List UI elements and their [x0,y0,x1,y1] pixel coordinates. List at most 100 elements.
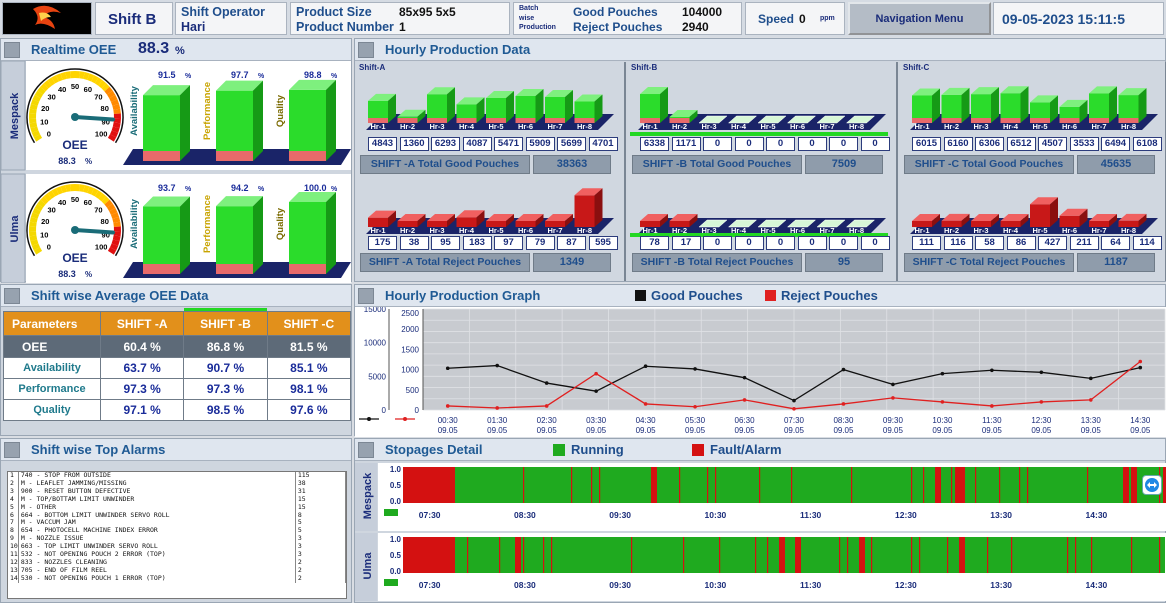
alarm-count: 3 [295,534,347,544]
metric-bar-front [289,202,326,274]
oee-shift-b: 86.8 % [183,335,268,358]
navigation-menu-button[interactable]: Navigation Menu [848,2,991,35]
right-axis-tick: 0 [415,406,420,415]
metric-bar-loss [289,151,326,161]
metric-bar-loss [216,151,253,161]
fault-segment [523,467,525,503]
hour-label: Hr-2 [400,226,415,235]
shift-name: Shift-B [631,63,658,72]
legend-good-label: Good Pouches [651,288,743,303]
good-count-cell: 0 [797,137,827,151]
availability-shift-a: 63.7 % [99,357,185,379]
hour-label: Hr-6 [518,122,533,131]
good-count-cell: 4701 [588,137,618,151]
metric-bar-loss [143,151,180,161]
left-axis-tick: 10000 [364,339,387,348]
hour-label: Hr-3 [429,122,444,131]
shift-name: Shift-C [903,63,930,72]
alarm-index: 14 [8,573,19,583]
reject-total-value: 95 [805,253,883,272]
hour-label: Hr-1 [914,226,929,235]
running-band [403,467,1165,503]
fault-segment [1131,467,1137,503]
fault-segment [795,537,801,573]
panel-handle-icon [4,288,20,304]
good-count-cell: 5471 [494,137,523,151]
metric-bar-loss [289,264,326,274]
hour-label: Hr-5 [488,122,503,131]
fault-segment [499,537,501,573]
gauge-tick-label: 30 [47,93,55,102]
fault-segment [847,537,849,573]
reject-series-point [544,404,549,408]
x-tick-label: 09:30 [609,580,631,590]
metric-unit: % [331,73,338,80]
timeline-legend-chip [384,509,398,516]
reject-series-point [594,371,598,376]
right-axis-tick: 500 [406,386,420,395]
x-tick-time: 11:30 [982,416,1002,425]
good-count-cell: 6306 [975,137,1004,151]
metric-bar-side [253,80,263,161]
metric-bar-front [143,206,180,274]
hour-label: Hr-6 [790,122,805,131]
hour-label: Hr-6 [1062,122,1077,131]
hour-label: Hr-7 [819,122,834,131]
shift-name: Shift-A [359,63,386,72]
gauge-tick-label: 20 [41,217,49,226]
metric-unit: % [258,186,265,193]
alarm-count: 3 [295,542,347,552]
reject-series-point [940,400,945,404]
fault-segment [715,467,717,503]
x-tick-date: 09.05 [784,426,805,435]
quality-shift-c: 97.6 % [266,399,352,421]
x-tick-time: 09:30 [883,416,904,425]
x-tick-label: 11:30 [800,510,822,520]
reject-pouches-value: 2940 [682,20,709,34]
hour-label: Hr-8 [577,226,592,235]
good-series-point [544,381,549,385]
left-axis-tick: 15000 [364,307,387,314]
oee-shift-c: 81.5 % [266,335,352,358]
x-tick-date: 09.05 [1130,426,1151,435]
hourly-production-panel: Hourly Production Data Shift-A Hr-1 Hr-2 Hr… [354,38,1166,282]
reject-count-cell: 111 [912,236,941,250]
hour-label: Hr-7 [547,226,562,235]
x-tick-time: 13:30 [1081,416,1102,425]
metric-label: Availability [129,198,140,249]
reject-count-cell: 0 [797,236,827,250]
metric-bar-side [253,196,263,274]
x-tick-date: 09.05 [537,426,558,435]
legend-fault-label: Fault/Alarm [710,442,782,457]
hour-label: Hr-8 [577,122,592,131]
hour-label: Hr-1 [370,122,385,131]
good-series-point [643,364,648,369]
good-count-cell: 0 [703,137,732,151]
x-tick-label: 13:30 [990,510,1012,520]
x-tick-time: 02:30 [537,416,558,425]
gauge-band-segment [29,113,37,119]
reject-total-value: 1349 [533,253,611,272]
avg-oee-table: Parameters SHIFT -A SHIFT -B SHIFT -C OE… [3,311,352,421]
fault-segment [939,467,941,503]
stoppages-panel: Stopages Detail Running Fault/Alarm Mesp… [354,438,1166,603]
x-tick-date: 09.05 [1081,426,1102,435]
fault-segment [1123,467,1129,503]
speed-value: 0 [799,12,806,26]
good-pouches-label: Good Pouches [573,5,658,19]
good-total-label: SHIFT -A Total Good Pouches [360,155,530,174]
speed-unit: ppm [820,15,835,22]
logo-icon [33,5,61,30]
gauge-tick-label: 60 [84,85,92,94]
teamviewer-icon[interactable] [1142,475,1162,495]
hour-label: Hr-4 [459,226,475,235]
good-series-point [445,366,450,371]
metric-value: 98.8 [304,70,322,80]
x-tick-label: 08:30 [514,580,536,590]
alarm-list[interactable]: 1 740 - STOP FROM OUTSIDE 115 2 M - LEAFLET … [7,471,347,599]
stoppage-timeline: Mespack 1.0 0.5 0.0 07:30 08:30 09:30 10:30 11:3… [355,463,1166,601]
fault-segment [1087,467,1089,503]
panel-handle-icon [358,442,374,458]
product-size-label: Product Size [296,5,372,19]
performance-shift-b: 97.3 % [183,378,268,400]
